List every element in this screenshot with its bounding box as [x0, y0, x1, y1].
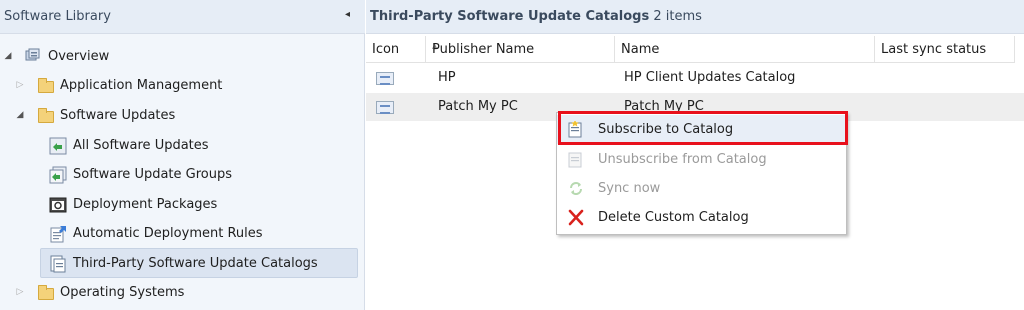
- sync-icon: [567, 180, 585, 197]
- menu-item-sync-now[interactable]: Sync now: [557, 174, 846, 203]
- unsubscribe-icon: [567, 151, 585, 168]
- navigation-pane-header: Software Library ◂: [0, 0, 365, 34]
- name-cell: HP Client Updates Catalog: [624, 70, 796, 85]
- column-header-last-sync-status[interactable]: Last sync status: [875, 36, 1015, 63]
- expand-arrow-icon[interactable]: ▷: [15, 80, 25, 90]
- workspace-title: Software Library: [4, 9, 111, 24]
- menu-item-label: Sync now: [598, 181, 661, 196]
- tree-label: All Software Updates: [73, 138, 209, 153]
- table-row[interactable]: HP HP Client Updates Catalog: [366, 64, 1024, 92]
- results-title-text: Third-Party Software Update Catalogs: [370, 9, 650, 24]
- catalog-icon: [376, 101, 394, 114]
- tree-label: Automatic Deployment Rules: [73, 226, 263, 241]
- tree-label: Operating Systems: [60, 285, 185, 300]
- collapse-arrow-icon[interactable]: ◢: [3, 51, 13, 61]
- column-header-label: Name: [621, 42, 660, 57]
- item-count: 2 items: [653, 9, 702, 24]
- results-pane-header: Third-Party Software Update Catalogs 2 i…: [366, 0, 1024, 34]
- column-header-label: Icon: [372, 42, 400, 57]
- menu-item-delete-custom-catalog[interactable]: Delete Custom Catalog: [557, 203, 846, 232]
- update-groups-icon: [49, 166, 67, 184]
- tree-label: Third-Party Software Update Catalogs: [73, 256, 318, 271]
- menu-item-label: Unsubscribe from Catalog: [598, 152, 767, 167]
- tree-label: Software Update Groups: [73, 167, 233, 182]
- tree-label: Software Updates: [60, 108, 176, 123]
- column-header-publisher-name[interactable]: ▲ Publisher Name: [426, 36, 615, 63]
- deployment-packages-icon: [49, 196, 67, 213]
- column-header-name[interactable]: Name: [615, 36, 875, 63]
- folder-icon: [38, 285, 54, 300]
- catalog-icon: [376, 72, 394, 85]
- folder-icon: [38, 78, 54, 93]
- tree-label: Application Management: [60, 78, 223, 93]
- results-title: Third-Party Software Update Catalogs 2 i…: [370, 9, 702, 24]
- expand-arrow-icon[interactable]: ▷: [15, 287, 25, 297]
- all-updates-icon: [49, 137, 67, 155]
- annotation-highlight-box: [558, 111, 848, 145]
- collapse-arrow-icon[interactable]: ◢: [15, 110, 25, 120]
- menu-item-label: Delete Custom Catalog: [598, 210, 749, 225]
- overview-icon: [24, 47, 42, 63]
- collapse-pane-button[interactable]: ◂: [345, 9, 350, 20]
- tree-label: Deployment Packages: [73, 197, 218, 212]
- tree-label: Overview: [48, 49, 110, 64]
- deployment-rules-icon: [49, 225, 67, 243]
- column-header-label: Publisher Name: [432, 42, 535, 57]
- navigation-pane: Software Library ◂ ◢ Overview ▷ Applicat…: [0, 0, 365, 310]
- catalogs-icon: [49, 255, 67, 273]
- folder-icon: [38, 108, 54, 123]
- column-header-label: Last sync status: [881, 42, 987, 57]
- publisher-cell: HP: [438, 70, 456, 85]
- publisher-cell: Patch My PC: [438, 99, 518, 114]
- column-header-icon[interactable]: Icon: [366, 36, 426, 63]
- menu-item-unsubscribe-from-catalog[interactable]: Unsubscribe from Catalog: [557, 145, 846, 174]
- delete-icon: [567, 209, 585, 226]
